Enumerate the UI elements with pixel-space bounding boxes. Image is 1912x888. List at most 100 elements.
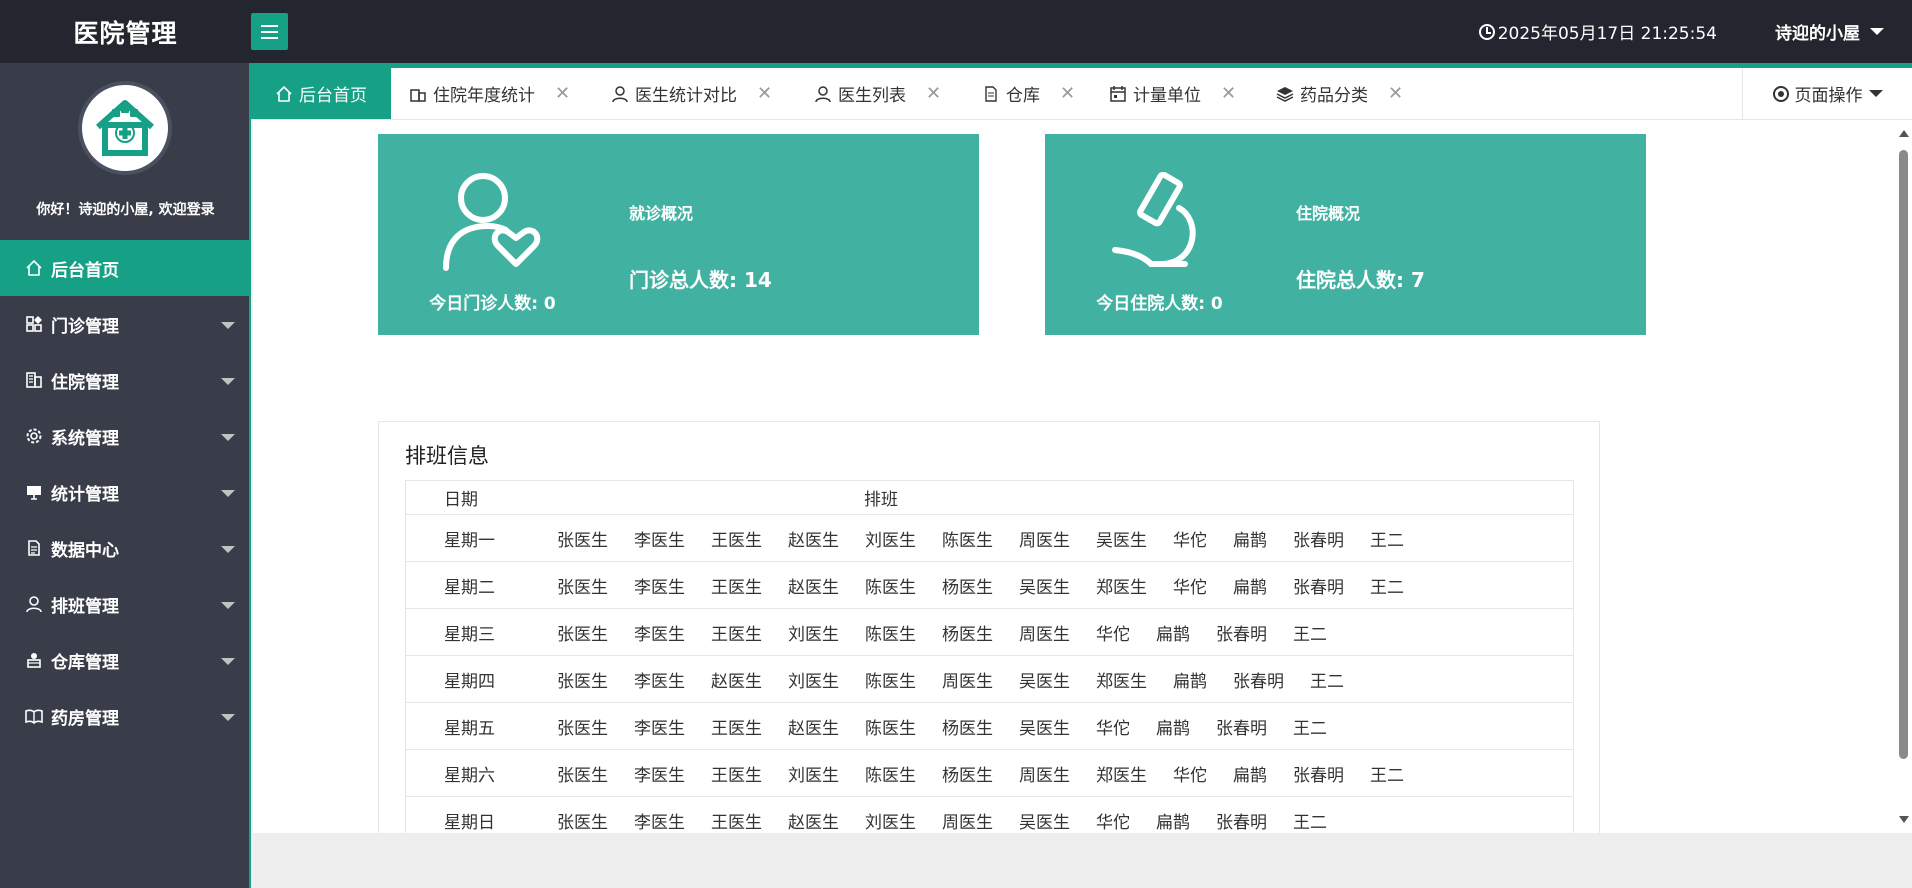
doctor-name: 李医生 (634, 718, 685, 739)
column-header-day: 日期 (444, 490, 478, 510)
doctor-name: 张医生 (557, 577, 608, 598)
doctor-name: 吴医生 (1096, 530, 1147, 551)
doctor-name: 王二 (1293, 718, 1327, 739)
welcome-text: 你好！诗迎的小屋, 欢迎登录 (36, 202, 215, 218)
doctor-name: 李医生 (634, 765, 685, 786)
doctor-name: 赵医生 (788, 718, 839, 739)
doctor-name: 赵医生 (788, 577, 839, 598)
close-icon[interactable]: ✕ (1221, 83, 1236, 104)
close-icon[interactable]: ✕ (757, 83, 772, 104)
scroll-up-icon[interactable] (1899, 130, 1909, 137)
inpatient-summary-card: 今日住院人数: 0 住院概况 住院总人数: 7 (1045, 134, 1646, 335)
scroll-down-icon[interactable] (1899, 816, 1909, 823)
sidebar-item-outpatient[interactable]: 门诊管理 (0, 296, 249, 352)
table-row: 星期五 张医生 李医生 王医生 赵医生 陈医生 杨医生 吴医生 华佗 扁鹊 张春明 王二 (406, 703, 1573, 750)
sidebar-item-statistics[interactable]: 统计管理 (0, 464, 249, 520)
sidebar-item-warehouse[interactable]: 仓库管理 (0, 632, 249, 688)
datetime-text: 2025年05月17日 21:25:54 (1497, 24, 1717, 44)
doctor-name: 张医生 (557, 530, 608, 551)
inpatient-total-count: 住院总人数: 7 (1296, 268, 1425, 292)
home-icon (276, 85, 292, 102)
doctor-name: 刘医生 (788, 624, 839, 645)
doctor-name: 扁鹊 (1156, 812, 1190, 833)
top-header: 医院管理 2025年05月17日 21:25:54 诗迎的小屋 (0, 0, 1912, 63)
doctor-name: 王医生 (711, 577, 762, 598)
sidebar-item-label: 药房管理 (51, 708, 119, 729)
doctor-name: 张医生 (557, 765, 608, 786)
doctor-name: 张春明 (1216, 718, 1267, 739)
document-icon (985, 85, 997, 102)
doctor-name: 王医生 (711, 530, 762, 551)
close-icon[interactable]: ✕ (926, 83, 941, 104)
doctor-name: 陈医生 (865, 577, 916, 598)
sidebar-item-home[interactable]: 后台首页 (0, 240, 249, 296)
chevron-down-icon (1868, 90, 1883, 97)
sidebar-item-inpatient[interactable]: 住院管理 (0, 352, 249, 408)
book-icon (24, 706, 44, 726)
doctor-name: 扁鹊 (1156, 624, 1190, 645)
doctor-name: 扁鹊 (1233, 577, 1267, 598)
table-header-row: 日期 排班 (406, 481, 1573, 515)
schedule-doctors: 张医生 李医生 王医生 赵医生 陈医生 杨医生 吴医生 华佗 扁鹊 张春明 王二 (557, 714, 1353, 739)
sidebar-item-system[interactable]: 系统管理 (0, 408, 249, 464)
doctor-name: 华佗 (1096, 624, 1130, 645)
doctor-name: 王二 (1370, 577, 1404, 598)
tab-warehouse[interactable]: 仓库 ✕ (982, 68, 1075, 119)
doctor-name: 陈医生 (942, 530, 993, 551)
menu-toggle-icon[interactable] (251, 13, 288, 50)
tab-doctor-stats-compare[interactable]: 医生统计对比 ✕ (611, 68, 772, 119)
doctor-name: 华佗 (1173, 577, 1207, 598)
tab-label: 药品分类 (1300, 86, 1368, 106)
app-title: 医院管理 (73, 18, 178, 48)
scroll-thumb[interactable] (1899, 150, 1908, 759)
doctor-name: 周医生 (942, 671, 993, 692)
schedule-table: 日期 排班 星期一 张医生 李医生 王医生 赵医生 刘医生 陈医生 周医生 吴医生 华佗 扁鹊 张春明… (405, 480, 1574, 833)
chevron-down-icon (1870, 28, 1884, 35)
username: 诗迎的小屋 (1775, 24, 1860, 44)
close-icon[interactable]: ✕ (1060, 83, 1075, 104)
doctor-name: 扁鹊 (1173, 671, 1207, 692)
close-icon[interactable]: ✕ (555, 83, 570, 104)
table-row: 星期二 张医生 李医生 王医生 赵医生 陈医生 杨医生 吴医生 郑医生 华佗 扁鹊 张春明 王二 (406, 562, 1573, 609)
doctor-name: 周医生 (1019, 624, 1070, 645)
page-operations-label: 页面操作 (1794, 86, 1863, 106)
building-icon (24, 370, 44, 390)
content-scrollbar[interactable] (1895, 120, 1912, 833)
schedule-doctors: 张医生 李医生 王医生 赵医生 刘医生 周医生 吴医生 华佗 扁鹊 张春明 王二 (557, 808, 1353, 833)
close-icon[interactable]: ✕ (1388, 83, 1403, 104)
sidebar-item-data-center[interactable]: 数据中心 (0, 520, 249, 576)
tab-home[interactable]: 后台首页 (251, 68, 391, 119)
tab-doctor-list[interactable]: 医生列表 ✕ (814, 68, 941, 119)
doctor-name: 王二 (1310, 671, 1344, 692)
doctor-name: 张春明 (1293, 530, 1344, 551)
doctor-name: 吴医生 (1019, 718, 1070, 739)
building-icon (410, 88, 426, 102)
sidebar-item-label: 系统管理 (51, 428, 119, 449)
tab-drug-category[interactable]: 药品分类 ✕ (1276, 68, 1403, 119)
tab-label: 仓库 (1006, 86, 1040, 106)
tab-inpatient-annual-stats[interactable]: 住院年度统计 ✕ (409, 68, 570, 119)
user-menu[interactable]: 诗迎的小屋 (1775, 0, 1884, 63)
doctor-name: 李医生 (634, 812, 685, 833)
doctor-name: 王二 (1293, 812, 1327, 833)
user-icon (815, 85, 831, 102)
gear-icon (24, 426, 44, 446)
doctor-name: 陈医生 (865, 718, 916, 739)
sidebar-item-label: 排班管理 (51, 596, 119, 617)
schedule-day: 星期一 (444, 530, 495, 551)
doctor-name: 郑医生 (1096, 671, 1147, 692)
sidebar-item-pharmacy[interactable]: 药房管理 (0, 688, 249, 744)
sidebar-nav: 后台首页 门诊管理 住院管理 系统管理 统计管理 数据中心 排班管理 仓库管理 … (0, 240, 249, 744)
page-operations-button[interactable]: 页面操作 (1742, 68, 1912, 119)
chevron-down-icon (221, 378, 235, 385)
outpatient-today-count: 今日门诊人数: 0 (429, 294, 556, 314)
sidebar-item-scheduling[interactable]: 排班管理 (0, 576, 249, 632)
doctor-name: 吴医生 (1019, 577, 1070, 598)
inpatient-today-count: 今日住院人数: 0 (1096, 294, 1223, 314)
chevron-down-icon (221, 658, 235, 665)
doctor-name: 张春明 (1216, 812, 1267, 833)
doctor-name: 扁鹊 (1156, 718, 1190, 739)
doctor-name: 扁鹊 (1233, 530, 1267, 551)
outpatient-summary-card: 今日门诊人数: 0 就诊概况 门诊总人数: 14 (378, 134, 979, 335)
tab-measure-unit[interactable]: 计量单位 ✕ (1109, 68, 1236, 119)
